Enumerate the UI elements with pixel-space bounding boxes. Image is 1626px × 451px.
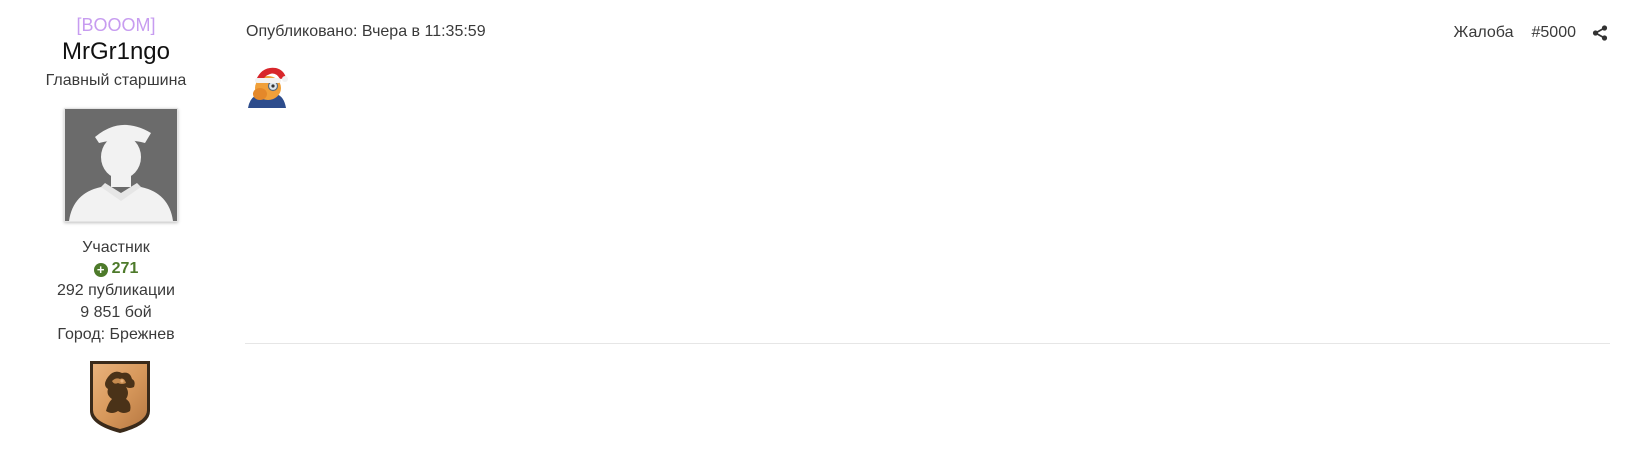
lion-shield-icon[interactable] [86,355,154,435]
santa-hat-emoticon [248,67,288,108]
user-silhouette-icon [65,109,177,221]
user-group: Участник [82,239,150,256]
battle-count: 9 851 бой [80,304,152,321]
post-toolbar: Жалоба #5000 [1454,23,1608,43]
reputation-value: 271 [111,260,139,277]
post-count: 292 публикации [57,282,175,299]
post-date: Опубликовано: Вчера в 11:35:59 [246,23,486,40]
avatar[interactable] [64,108,178,222]
report-link[interactable]: Жалоба [1454,23,1514,43]
user-city: Город: Брежнев [57,326,175,343]
user-rank: Главный старшина [45,72,187,89]
post-number-link[interactable]: #5000 [1532,23,1577,43]
share-icon[interactable] [1592,25,1608,41]
clan-tag[interactable]: [BOOOM] [0,14,232,36]
reputation-badge: +271 [0,259,232,279]
post-divider [245,343,1610,344]
plus-circle-icon: + [93,263,108,277]
username-link[interactable]: MrGr1ngo [0,38,232,66]
